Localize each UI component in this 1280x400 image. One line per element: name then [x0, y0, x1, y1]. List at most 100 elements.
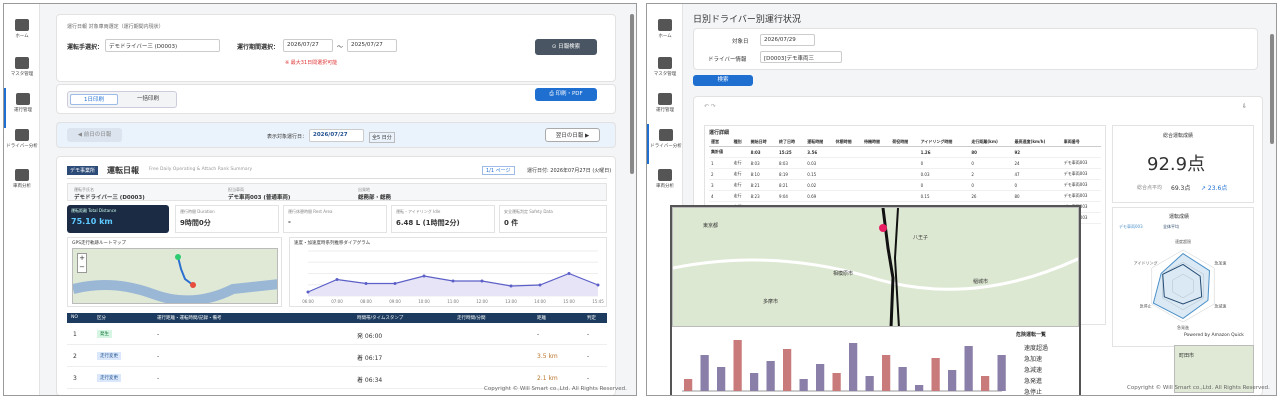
search-button[interactable]: 検索	[693, 75, 753, 86]
detail-cell: 走行	[731, 157, 749, 169]
sidebar-item-master[interactable]: マスタ管理	[4, 52, 40, 92]
table-row[interactable]: 2 走行変更 - 着 06:17 3.5 km -	[67, 347, 607, 367]
sidebar-item-master[interactable]: マスタ管理	[647, 52, 683, 92]
next-day-button[interactable]: 翌日の日報 ▶	[545, 128, 600, 142]
target-date-input[interactable]: 2026/07/29	[760, 34, 815, 46]
prev-day-button[interactable]: ◀ 前日の日報	[67, 128, 122, 142]
stat-rest-label: 運行休憩時間 Rest Area	[288, 209, 333, 214]
hist-bar	[849, 343, 858, 391]
export-icon[interactable]: ⇩	[1242, 103, 1247, 110]
row-judge: -	[587, 375, 590, 382]
report-search-button[interactable]: ⊙ 日報検索	[535, 39, 597, 55]
detail-row[interactable]: 3 走行 8:21 8:21 0.02 0 0 0 デモ車両003	[709, 179, 1101, 191]
hist-bar	[882, 355, 891, 391]
detail-cell	[833, 168, 862, 180]
sidebar-item-operation[interactable]: 運行管理	[647, 88, 683, 128]
radar-title: 運転成績	[1169, 214, 1190, 220]
date-from-input[interactable]: 2026/07/27	[283, 39, 333, 52]
data-point	[422, 274, 426, 278]
map-zoom-controls[interactable]: + −	[77, 253, 87, 273]
detail-title: 運行詳細	[709, 130, 730, 136]
detail-column-header: 休憩時間	[833, 138, 862, 147]
col-no: NO	[71, 315, 78, 320]
tab-daily-print[interactable]: 1日印刷	[70, 94, 118, 105]
record-table-header: NO 区分 運行距離・運転時間/記録・備考 時間帯/タイムスタンプ 走行時間/分…	[67, 313, 607, 323]
office-badge: デモ事業所	[67, 166, 99, 175]
route-map-panel: GPS走行軌跡ルートマップ + −	[67, 237, 282, 307]
footer-copyright: Copyright © Will Smart co.,Ltd. All Righ…	[484, 386, 627, 392]
scrollbar[interactable]	[1270, 34, 1274, 144]
hist-bar	[766, 361, 775, 391]
detail-column-header: 荷役時間	[890, 138, 919, 147]
undo-redo-icons[interactable]: ↶ ↷	[704, 103, 716, 110]
map-label: 東京都	[703, 223, 719, 229]
detail-row[interactable]: 1 走行 8:03 8:03 0.03 0 0 24 デモ車両003	[709, 157, 1101, 169]
detail-cell	[890, 179, 919, 191]
x-tick-label: 15:00	[563, 299, 575, 304]
print-pdf-button[interactable]: ⎙ 印刷・PDF	[535, 88, 597, 101]
sidebar-item-vehicle[interactable]: 車両分析	[647, 164, 683, 204]
report-date: 運行日付: 2026年07月27日 (火曜日)	[527, 168, 612, 174]
detail-row[interactable]: 集計値 8:03 15:25 3.56 1.26 80 92	[709, 146, 1101, 158]
detail-cell: 8:23	[748, 190, 777, 202]
row-distance: -	[537, 331, 540, 338]
stat-distance: 運転距離 Total Distance 75.10 km	[67, 205, 169, 233]
radar-axis-label: 急発進	[1177, 324, 1189, 330]
driver-select[interactable]: デモドライバー三 (D0003)	[105, 39, 220, 52]
hist-bar	[832, 373, 841, 391]
sidebar-item-driver[interactable]: ドライバー分析	[4, 124, 40, 164]
detail-cell: 92	[1012, 146, 1062, 158]
hist-bar	[931, 358, 940, 391]
detail-cell: 80	[969, 146, 1013, 158]
detail-cell: 集計値	[709, 146, 732, 158]
score-delta: ↗ 23.6点	[1201, 185, 1228, 192]
info-driver-value: デモドライバー三 (D0003)	[74, 195, 145, 201]
row-note: -	[157, 375, 160, 382]
print-panel: 1日印刷 一括印刷 ⎙ 印刷・PDF	[56, 84, 616, 114]
data-point	[306, 290, 310, 294]
sidebar-item-home[interactable]: ホーム	[4, 14, 40, 54]
row-distance: 2.1 km	[537, 375, 558, 382]
detail-cell: 3.56	[805, 146, 834, 158]
print-pdf-label: 印刷・PDF	[555, 91, 583, 97]
radar-axis-label: 急減速	[1214, 303, 1226, 309]
driver-info-select[interactable]: [D0003]デモ車両三	[760, 51, 842, 63]
id-card-icon	[659, 129, 673, 141]
detail-cell: 1	[709, 157, 732, 169]
col-distance: 距離	[537, 316, 546, 321]
score-value: 92.9点	[1147, 154, 1206, 175]
radar-chart: 速度超過急加速急減速急発進 急停止 アイドリング	[1134, 238, 1227, 330]
radar-axis-label: 速度超過	[1175, 238, 1191, 244]
risk-list: 危険運転一覧 速度超過 急加速 急減速 急発進 急停止	[1012, 329, 1079, 395]
tab-batch-print[interactable]: 一括印刷	[124, 94, 172, 105]
date-target-input[interactable]: 2026/07/27	[309, 129, 364, 142]
map-label: 多摩市	[763, 299, 779, 305]
date-to-input[interactable]: 2025/07/27	[347, 39, 397, 52]
x-tick-label: 07:00	[331, 299, 343, 304]
driver-info-label: ドライバー情報	[708, 57, 747, 63]
detail-cell: 0	[1012, 179, 1062, 191]
stat-safety-label: 安全運転判定 Safety Data	[504, 209, 553, 214]
col-judge: 判定	[587, 316, 596, 321]
scrollbar[interactable]	[630, 14, 634, 174]
sidebar-item-driver[interactable]: ドライバー分析	[647, 124, 683, 164]
detail-cell: 0	[918, 179, 970, 191]
risk-item: 急発進	[1024, 378, 1043, 385]
detail-column-header: 走行距離(km)	[969, 138, 1013, 147]
detail-cell: 0.03	[805, 157, 834, 169]
route-map[interactable]: 東京都 八王子 相模原市 稲城市 多摩市	[672, 207, 1079, 327]
route-map[interactable]: + −	[72, 248, 278, 304]
table-row[interactable]: 1 発生 - 発 06:00 - -	[67, 325, 607, 345]
detail-cell: 8:03	[748, 146, 777, 158]
sidebar-item-operation[interactable]: 運行管理	[4, 88, 40, 128]
detail-cell: デモ車両003	[1061, 168, 1101, 180]
home-icon	[15, 19, 29, 31]
sidebar-item-vehicle[interactable]: 車両分析	[4, 164, 40, 204]
driver-label: 運転手選択：	[67, 44, 104, 51]
mini-map-label: 町田市	[1179, 353, 1195, 359]
detail-cell: 8:03	[748, 157, 777, 169]
info-origin-value: 総務部・総務	[358, 195, 392, 201]
detail-row[interactable]: 2 走行 8:10 8:19 0.15 0.03 2 47 デモ車両003	[709, 168, 1101, 180]
detail-row[interactable]: 4 走行 8:23 9:04 0.69 0.15 26 80 デモ車両003	[709, 190, 1101, 202]
sidebar-item-home[interactable]: ホーム	[647, 14, 683, 54]
